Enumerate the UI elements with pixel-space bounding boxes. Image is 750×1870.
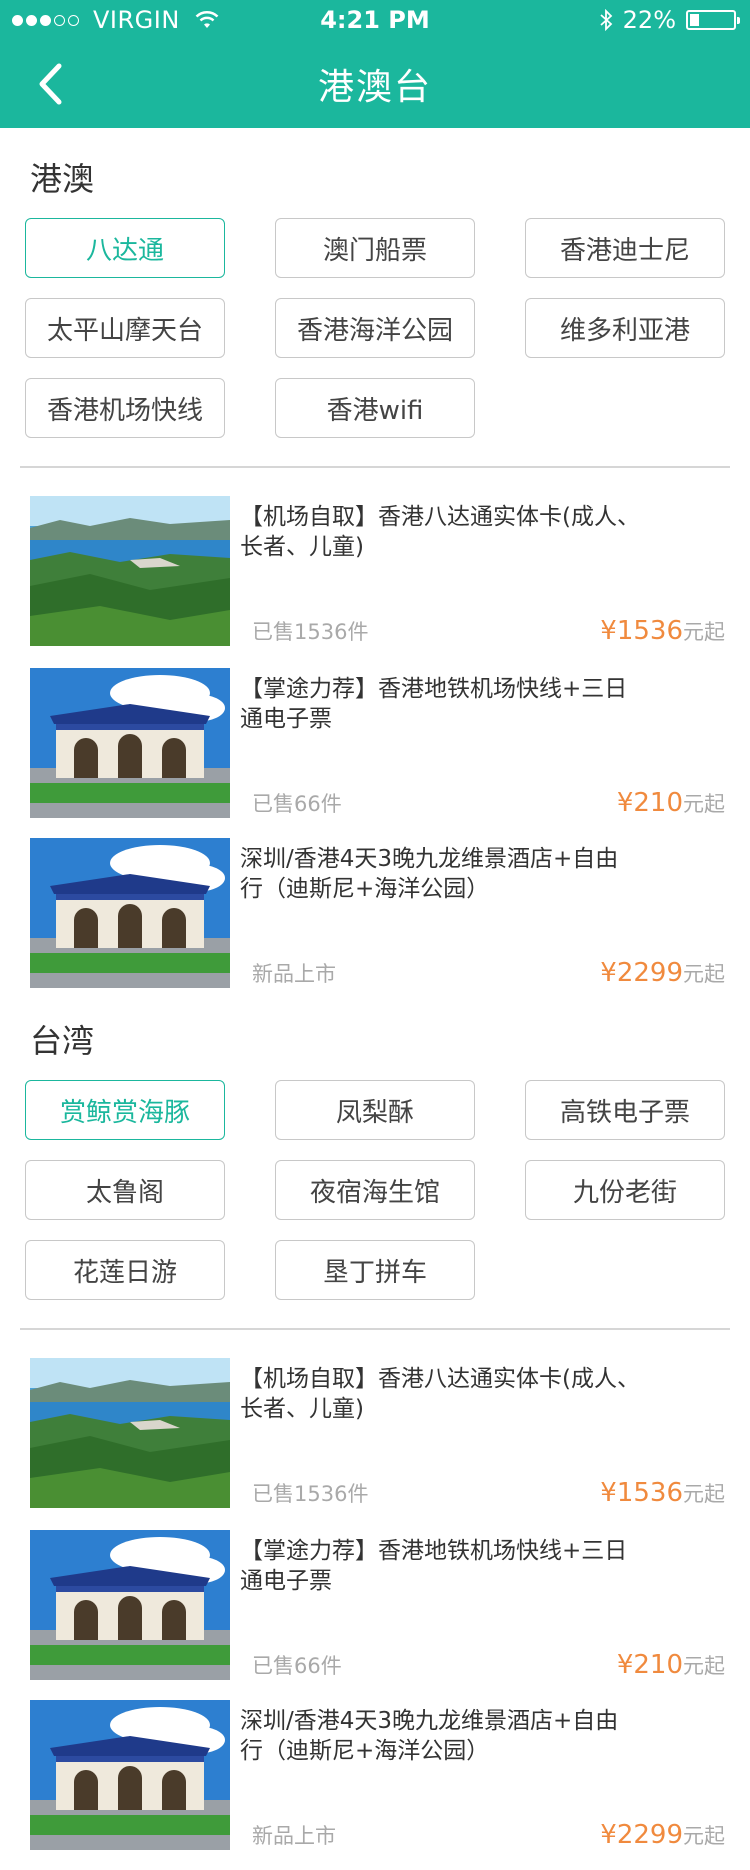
memorial-gate-image bbox=[30, 668, 230, 818]
product-price: ¥2299元起 bbox=[600, 958, 725, 988]
product-thumbnail-gate bbox=[30, 838, 230, 988]
product-price: ¥2299元起 bbox=[600, 1820, 725, 1850]
price-value: 210 bbox=[633, 788, 683, 818]
memorial-gate-image bbox=[30, 1700, 230, 1850]
product-title: 【掌途力荐】香港地铁机场快线+三日通电子票 bbox=[240, 676, 628, 732]
memorial-gate-image bbox=[30, 1530, 230, 1680]
product-title: 【机场自取】香港八达通实体卡(成人、长者、儿童) bbox=[240, 1366, 640, 1422]
tag-hk-wifi[interactable]: 香港wifi bbox=[275, 378, 475, 438]
product-title: 深圳/香港4天3晚九龙维景酒店+自由行（迪斯尼+海洋公园） bbox=[240, 846, 619, 902]
tag-pineapple-cake[interactable]: 凤梨酥 bbox=[275, 1080, 475, 1140]
product-thumbnail-gate bbox=[30, 668, 230, 818]
tag-taroko[interactable]: 太鲁阁 bbox=[25, 1160, 225, 1220]
product-sold-count: 新品上市 bbox=[252, 1824, 336, 1848]
memorial-gate-image bbox=[30, 838, 230, 988]
product-price: ¥210元起 bbox=[617, 1650, 725, 1680]
tag-whale-watching[interactable]: 赏鲸赏海豚 bbox=[25, 1080, 225, 1140]
product-sold-count: 已售66件 bbox=[252, 1654, 342, 1678]
price-value: 1536 bbox=[616, 616, 683, 646]
tag-ocean-park[interactable]: 香港海洋公园 bbox=[275, 298, 475, 358]
currency-symbol: ¥ bbox=[600, 958, 617, 988]
price-suffix: 元起 bbox=[683, 792, 725, 816]
product-title: 深圳/香港4天3晚九龙维景酒店+自由行（迪斯尼+海洋公园） bbox=[240, 1708, 619, 1764]
product-sold-count: 已售1536件 bbox=[252, 1482, 369, 1506]
divider bbox=[20, 466, 730, 468]
price-value: 1536 bbox=[616, 1478, 683, 1508]
product-card[interactable]: 深圳/香港4天3晚九龙维景酒店+自由行（迪斯尼+海洋公园） 新品上市 ¥2299… bbox=[30, 838, 725, 988]
price-value: 2299 bbox=[616, 958, 683, 988]
product-card[interactable]: 【掌途力荐】香港地铁机场快线+三日通电子票 已售66件 ¥210元起 bbox=[30, 1530, 725, 1680]
product-card[interactable]: 【机场自取】香港八达通实体卡(成人、长者、儿童) 已售1536件 ¥1536元起 bbox=[30, 496, 725, 646]
price-suffix: 元起 bbox=[683, 620, 725, 644]
tag-macau-ferry[interactable]: 澳门船票 bbox=[275, 218, 475, 278]
page-title: 港澳台 bbox=[317, 67, 432, 108]
coastline-landscape-image bbox=[30, 496, 230, 646]
currency-symbol: ¥ bbox=[600, 616, 617, 646]
tag-peak-tower[interactable]: 太平山摩天台 bbox=[25, 298, 225, 358]
product-title: 【掌途力荐】香港地铁机场快线+三日通电子票 bbox=[240, 1538, 628, 1594]
tag-victoria-harbour[interactable]: 维多利亚港 bbox=[525, 298, 725, 358]
currency-symbol: ¥ bbox=[616, 788, 634, 818]
price-suffix: 元起 bbox=[683, 962, 725, 986]
product-thumbnail-coastline bbox=[30, 496, 230, 646]
battery-percent: 22% bbox=[622, 6, 676, 34]
section-title-taiwan: 台湾 bbox=[30, 1022, 95, 1060]
product-sold-count: 已售66件 bbox=[252, 792, 342, 816]
battery-level bbox=[690, 14, 699, 26]
price-suffix: 元起 bbox=[683, 1482, 725, 1506]
currency-symbol: ¥ bbox=[600, 1820, 617, 1850]
product-title: 【机场自取】香港八达通实体卡(成人、长者、儿童) bbox=[240, 504, 640, 560]
product-thumbnail-gate bbox=[30, 1700, 230, 1850]
tag-aquarium-night[interactable]: 夜宿海生馆 bbox=[275, 1160, 475, 1220]
price-suffix: 元起 bbox=[683, 1654, 725, 1678]
tag-hualien-day-tour[interactable]: 花莲日游 bbox=[25, 1240, 225, 1300]
divider bbox=[20, 1328, 730, 1330]
price-value: 2299 bbox=[616, 1820, 683, 1850]
status-bar: VIRGIN 4:21 PM 22% bbox=[0, 0, 750, 40]
product-thumbnail-gate bbox=[30, 1530, 230, 1680]
bluetooth-icon bbox=[600, 9, 612, 31]
tag-kenting-carpool[interactable]: 垦丁拼车 bbox=[275, 1240, 475, 1300]
battery-icon bbox=[686, 10, 740, 30]
product-card[interactable]: 【机场自取】香港八达通实体卡(成人、长者、儿童) 已售1536件 ¥1536元起 bbox=[30, 1358, 725, 1508]
product-sold-count: 已售1536件 bbox=[252, 620, 369, 644]
product-card[interactable]: 【掌途力荐】香港地铁机场快线+三日通电子票 已售66件 ¥210元起 bbox=[30, 668, 725, 818]
price-suffix: 元起 bbox=[683, 1824, 725, 1848]
tag-jiufen-old-street[interactable]: 九份老街 bbox=[525, 1160, 725, 1220]
product-card[interactable]: 深圳/香港4天3晚九龙维景酒店+自由行（迪斯尼+海洋公园） 新品上市 ¥2299… bbox=[30, 1700, 725, 1850]
currency-symbol: ¥ bbox=[600, 1478, 617, 1508]
tag-airport-express[interactable]: 香港机场快线 bbox=[25, 378, 225, 438]
coastline-landscape-image bbox=[30, 1358, 230, 1508]
product-price: ¥1536元起 bbox=[600, 616, 725, 646]
tag-hk-disney[interactable]: 香港迪士尼 bbox=[525, 218, 725, 278]
product-sold-count: 新品上市 bbox=[252, 962, 336, 986]
section-title-hk-macau: 港澳 bbox=[30, 160, 95, 198]
header: VIRGIN 4:21 PM 22% 港澳台 bbox=[0, 0, 750, 128]
product-price: ¥1536元起 bbox=[600, 1478, 725, 1508]
price-value: 210 bbox=[633, 1650, 683, 1680]
tag-hsr-ticket[interactable]: 高铁电子票 bbox=[525, 1080, 725, 1140]
product-price: ¥210元起 bbox=[617, 788, 725, 818]
navigation-bar: 港澳台 bbox=[0, 40, 750, 128]
status-right: 22% bbox=[599, 6, 740, 34]
tag-octopus-card[interactable]: 八达通 bbox=[25, 218, 225, 278]
currency-symbol: ¥ bbox=[616, 1650, 634, 1680]
product-thumbnail-coastline bbox=[30, 1358, 230, 1508]
